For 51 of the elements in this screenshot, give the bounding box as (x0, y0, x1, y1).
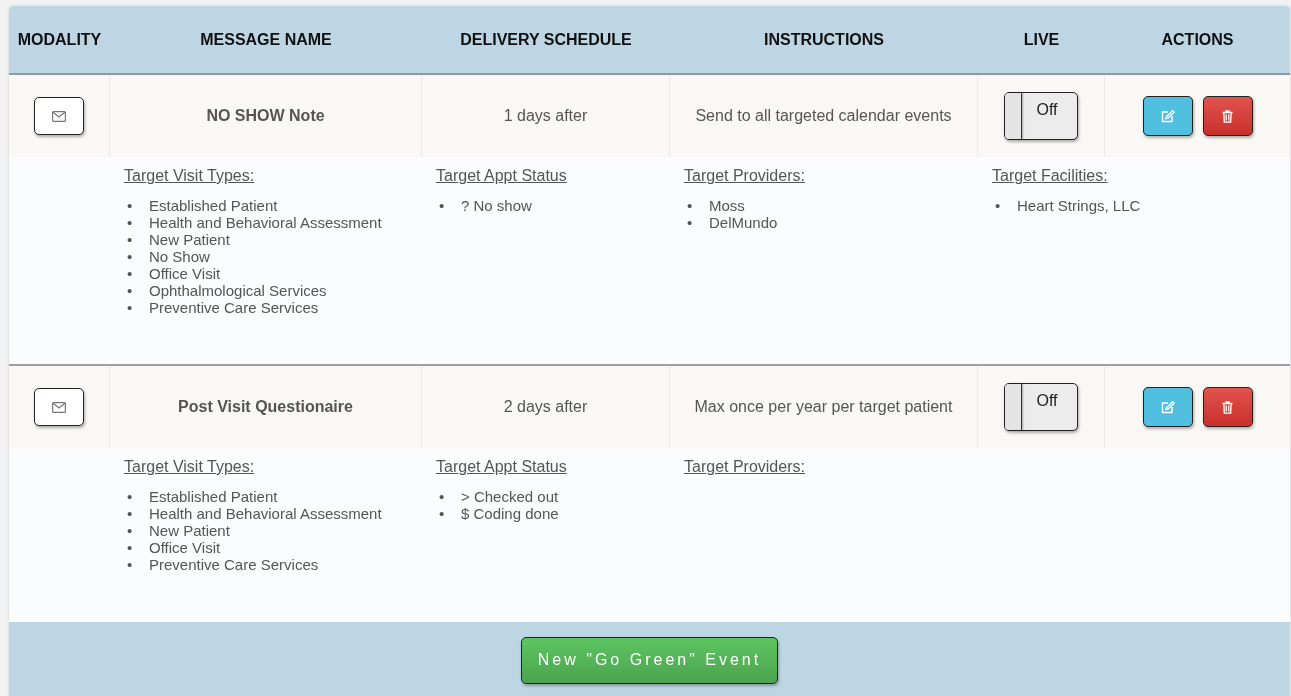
details-list-item: • Health and Behavioral Assessment (126, 505, 383, 522)
instructions-header: INSTRUCTIONS (763, 29, 885, 50)
details-list-item: • DelMundo (686, 214, 779, 231)
email-modality-button[interactable] (34, 97, 84, 135)
envelope-icon (52, 110, 66, 122)
details-list-item: • New Patient (126, 231, 231, 248)
email-modality-button[interactable] (34, 388, 84, 426)
actions-header: ACTIONS (1160, 29, 1235, 50)
details-list-item: • $ Coding done (438, 505, 560, 522)
instructions-text: Max once per year per target patient (694, 398, 953, 416)
details-list-item: • > Checked out (438, 488, 560, 505)
message-name: NO SHOW Note (206, 107, 325, 125)
details-list-item: • Ophthalmological Services (126, 282, 328, 299)
details-list-item: • Office Visit (126, 539, 222, 556)
details-list-item: • Heart Strings, LLC (994, 197, 1142, 214)
details-list-item: • Health and Behavioral Assessment (126, 214, 383, 231)
delivery-schedule: 2 days after (503, 398, 588, 416)
details-heading: Target Visit Types: (124, 167, 255, 185)
live-toggle[interactable]: Off (1004, 383, 1078, 431)
delivery-schedule-header: DELIVERY SCHEDULE (459, 29, 633, 50)
details-list-item: • Preventive Care Services (126, 556, 320, 573)
live-toggle[interactable]: Off (1004, 92, 1078, 140)
trash-icon (1222, 109, 1233, 123)
details-heading: Target Providers: (684, 167, 805, 185)
edit-icon (1160, 109, 1175, 123)
edit-button[interactable] (1142, 96, 1193, 136)
edit-icon (1160, 400, 1175, 414)
delete-button[interactable] (1202, 387, 1253, 427)
details-list-item: • ? No show (438, 197, 533, 214)
message-name: Post Visit Questionaire (178, 398, 353, 416)
details-list-item: • No Show (126, 248, 211, 265)
details-heading: Target Appt Status (436, 167, 567, 185)
details-heading: Target Facilities: (992, 167, 1108, 185)
details-list-item: • Preventive Care Services (126, 299, 320, 316)
delete-button[interactable] (1202, 96, 1253, 136)
message-name-header: MESSAGE NAME (199, 29, 333, 50)
live-header: LIVE (1022, 29, 1061, 50)
edit-button[interactable] (1142, 387, 1193, 427)
instructions-text: Send to all targeted calendar events (695, 107, 952, 125)
details-list-item: • Office Visit (126, 265, 222, 282)
details-list-item: • Moss (686, 197, 746, 214)
delivery-schedule: 1 days after (503, 107, 588, 125)
trash-icon (1222, 400, 1233, 414)
details-list-item: • Established Patient (126, 197, 279, 214)
details-list-item: • New Patient (126, 522, 231, 539)
envelope-icon (52, 401, 66, 413)
modality-header: MODALITY (16, 29, 103, 50)
details-list-item: • Established Patient (126, 488, 279, 505)
details-heading: Target Visit Types: (124, 458, 255, 476)
details-heading: Target Providers: (684, 458, 805, 476)
details-heading: Target Appt Status (436, 458, 567, 476)
